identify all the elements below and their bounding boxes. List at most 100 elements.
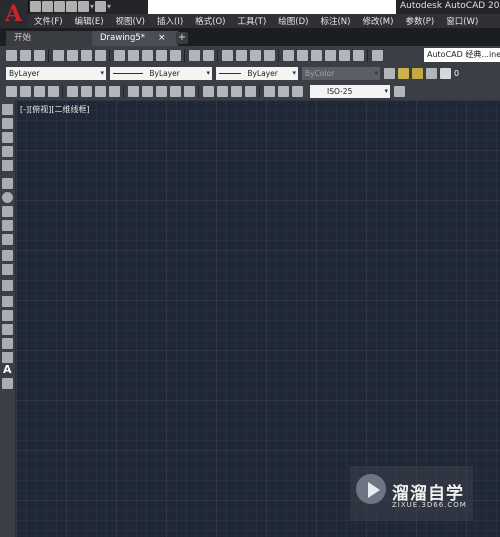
- lightbulb-icon[interactable]: [397, 67, 409, 79]
- lineweight-dropdown[interactable]: ByLayer ▾: [216, 66, 298, 80]
- new-file-icon[interactable]: [30, 1, 41, 12]
- arc-icon[interactable]: [2, 178, 13, 189]
- point-icon[interactable]: [2, 296, 13, 307]
- menu-modify[interactable]: 修改(M): [356, 15, 399, 27]
- inspection-icon[interactable]: [230, 85, 242, 97]
- color-dropdown[interactable]: ByColor ▾: [302, 66, 380, 80]
- open-icon[interactable]: [19, 49, 31, 61]
- ellipse-icon[interactable]: [2, 234, 13, 245]
- polygon-icon[interactable]: [2, 146, 13, 157]
- menu-insert[interactable]: 插入(I): [151, 15, 189, 27]
- qat-dropdown-icon[interactable]: ▾: [90, 1, 94, 13]
- pan-icon[interactable]: [221, 49, 233, 61]
- copy-icon[interactable]: [127, 49, 139, 61]
- tolerance-icon[interactable]: [202, 85, 214, 97]
- multiline-text-icon[interactable]: A: [3, 363, 12, 376]
- calculator-icon[interactable]: [352, 49, 364, 61]
- application-menu-button[interactable]: A: [0, 0, 29, 27]
- match-properties-icon[interactable]: [155, 49, 167, 61]
- dimension-space-icon[interactable]: [169, 85, 181, 97]
- aligned-dimension-icon[interactable]: [19, 85, 31, 97]
- new-icon[interactable]: [5, 49, 17, 61]
- linetype-dropdown[interactable]: ByLayer ▾: [110, 66, 212, 80]
- paste-icon[interactable]: [141, 49, 153, 61]
- cut-icon[interactable]: [113, 49, 125, 61]
- menu-dimension[interactable]: 标注(N): [314, 15, 356, 27]
- plot-icon[interactable]: [52, 49, 64, 61]
- make-block-icon[interactable]: [2, 280, 13, 291]
- tool-palettes-icon[interactable]: [310, 49, 322, 61]
- ellipse-arc-icon[interactable]: [2, 250, 13, 261]
- baseline-dimension-icon[interactable]: [141, 85, 153, 97]
- polyline-icon[interactable]: [2, 132, 13, 143]
- revision-cloud-icon[interactable]: [2, 206, 13, 217]
- properties-icon[interactable]: [282, 49, 294, 61]
- print-icon[interactable]: [66, 1, 77, 12]
- menu-parametric[interactable]: 参数(P): [399, 15, 440, 27]
- table-icon[interactable]: [2, 352, 13, 363]
- lock-icon[interactable]: [425, 67, 437, 79]
- jogged-linear-icon[interactable]: [244, 85, 256, 97]
- sheet-set-icon[interactable]: [324, 49, 336, 61]
- zoom-previous-icon[interactable]: [263, 49, 275, 61]
- zoom-window-icon[interactable]: [249, 49, 261, 61]
- construction-line-icon[interactable]: [2, 118, 13, 129]
- undo-icon[interactable]: [188, 49, 200, 61]
- line-icon[interactable]: [2, 104, 13, 115]
- add-selected-icon[interactable]: [2, 378, 13, 389]
- save-icon[interactable]: [54, 1, 65, 12]
- undo-icon[interactable]: [78, 1, 89, 12]
- redo-icon[interactable]: [95, 1, 106, 12]
- dimension-style-manager-icon[interactable]: [393, 85, 405, 97]
- close-tab-icon[interactable]: ×: [150, 31, 174, 46]
- open-file-icon[interactable]: [42, 1, 53, 12]
- layer-properties-icon[interactable]: [383, 67, 395, 79]
- diameter-dimension-icon[interactable]: [94, 85, 106, 97]
- quick-dimension-icon[interactable]: [127, 85, 139, 97]
- new-tab-button[interactable]: +: [176, 32, 188, 44]
- insert-block-icon[interactable]: [2, 264, 13, 275]
- arc-length-icon[interactable]: [33, 85, 45, 97]
- dimension-text-edit-icon[interactable]: [277, 85, 289, 97]
- publish-icon[interactable]: [80, 49, 92, 61]
- menu-window[interactable]: 窗口(W): [440, 15, 484, 27]
- plot-preview-icon[interactable]: [66, 49, 78, 61]
- rectangle-icon[interactable]: [2, 160, 13, 171]
- dimension-edit-icon[interactable]: [263, 85, 275, 97]
- menu-edit[interactable]: 编辑(E): [69, 15, 110, 27]
- qat-customize-icon[interactable]: ▾: [107, 1, 111, 13]
- markup-icon[interactable]: [338, 49, 350, 61]
- menu-file[interactable]: 文件(F): [28, 15, 69, 27]
- dimension-update-icon[interactable]: [291, 85, 303, 97]
- hatch-icon[interactable]: [2, 310, 13, 321]
- menu-view[interactable]: 视图(V): [110, 15, 151, 27]
- design-center-icon[interactable]: [296, 49, 308, 61]
- zoom-realtime-icon[interactable]: [235, 49, 247, 61]
- help-icon[interactable]: [371, 49, 383, 61]
- workspace-switcher[interactable]: AutoCAD 经典...ines: [424, 48, 500, 62]
- menu-tools[interactable]: 工具(T): [231, 15, 272, 27]
- menu-format[interactable]: 格式(O): [189, 15, 231, 27]
- save-icon[interactable]: [33, 49, 45, 61]
- angular-dimension-icon[interactable]: [108, 85, 120, 97]
- 3d-print-icon[interactable]: [94, 49, 106, 61]
- gradient-icon[interactable]: [2, 324, 13, 335]
- tab-start[interactable]: 开始: [6, 31, 96, 46]
- jogged-dimension-icon[interactable]: [80, 85, 92, 97]
- ordinate-dimension-icon[interactable]: [47, 85, 59, 97]
- circle-icon[interactable]: [2, 192, 13, 203]
- radius-dimension-icon[interactable]: [66, 85, 78, 97]
- sun-icon[interactable]: [411, 67, 423, 79]
- redo-icon[interactable]: [202, 49, 214, 61]
- layer-dropdown[interactable]: ByLayer ▾: [6, 66, 106, 80]
- viewport-controls[interactable]: [-][俯视][二维线框]: [20, 104, 90, 115]
- center-mark-icon[interactable]: [216, 85, 228, 97]
- continue-dimension-icon[interactable]: [155, 85, 167, 97]
- region-icon[interactable]: [2, 338, 13, 349]
- dimstyle-dropdown[interactable]: ISO-25 ▾: [310, 84, 390, 98]
- spline-icon[interactable]: [2, 220, 13, 231]
- menu-draw[interactable]: 绘图(D): [272, 15, 314, 27]
- linear-dimension-icon[interactable]: [5, 85, 17, 97]
- block-editor-icon[interactable]: [169, 49, 181, 61]
- dimension-break-icon[interactable]: [183, 85, 195, 97]
